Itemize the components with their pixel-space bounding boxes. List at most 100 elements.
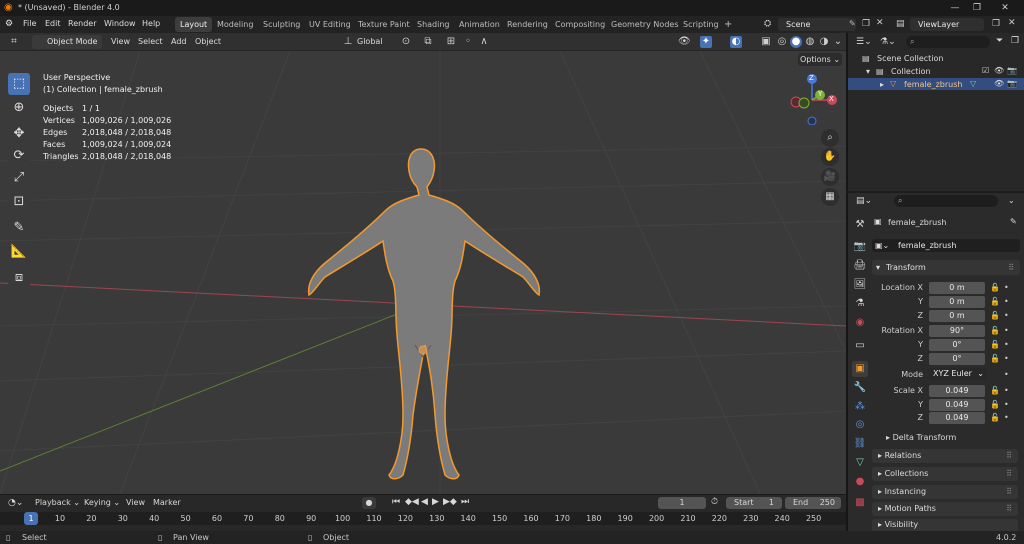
rotation-x-lock-icon[interactable]: 🔓: [990, 326, 1000, 335]
options-dropdown[interactable]: Options ⌄: [798, 53, 842, 66]
annotate-tool[interactable]: ✎: [8, 217, 30, 239]
pivot-icon[interactable]: ⊙: [400, 36, 412, 48]
menu-playback[interactable]: Playback ⌄: [35, 498, 80, 507]
rotation-mode-dropdown[interactable]: XYZ Euler ⌄: [929, 368, 987, 380]
rotation-y-lock-icon[interactable]: 🔓: [990, 340, 1000, 349]
current-frame-field[interactable]: 1: [658, 497, 706, 509]
location-y-keyframe-icon[interactable]: •: [1004, 297, 1009, 306]
rotate-tool[interactable]: ⟳: [8, 145, 30, 167]
rotation-y-keyframe-icon[interactable]: •: [1004, 340, 1009, 349]
shading-options-icon[interactable]: ⌄: [832, 36, 844, 48]
solid-shading-icon[interactable]: ●: [790, 36, 802, 48]
rotation-mode-keyframe-icon[interactable]: •: [1004, 370, 1009, 379]
add-workspace-button[interactable]: +: [719, 17, 737, 32]
female-mesh[interactable]: [303, 145, 543, 485]
object-name-field[interactable]: ▣⌄ female_zbrush: [872, 239, 1020, 252]
scale-tool[interactable]: ⤢: [8, 167, 30, 189]
rotation-z-field[interactable]: 0°: [929, 353, 985, 365]
menu-file[interactable]: File: [23, 19, 36, 28]
location-x-lock-icon[interactable]: 🔓: [990, 283, 1000, 292]
location-z-lock-icon[interactable]: 🔓: [990, 311, 1000, 320]
object-label[interactable]: female_zbrush: [904, 80, 962, 89]
instancing-drag-icon[interactable]: ⠿: [1006, 485, 1012, 499]
visibility-icon[interactable]: 👁: [678, 36, 691, 48]
object-visibility-icon[interactable]: 👁: [994, 79, 1004, 88]
scene-collection-label[interactable]: Scene Collection: [877, 54, 944, 63]
tab-texture-paint[interactable]: Texture Paint: [353, 17, 415, 32]
scale-z-keyframe-icon[interactable]: •: [1004, 413, 1009, 422]
outliner-editor-icon[interactable]: ☰⌄: [856, 37, 872, 47]
world-tab-icon[interactable]: ◉: [852, 315, 868, 331]
move-tool[interactable]: ✥: [8, 123, 30, 145]
gizmo-toggle-icon[interactable]: ✦: [700, 36, 712, 48]
properties-options-icon[interactable]: ⌄: [1008, 196, 1015, 205]
menu-add[interactable]: Add: [171, 37, 187, 46]
scene-field[interactable]: Scene: [778, 18, 856, 31]
measure-tool[interactable]: 📐: [8, 241, 30, 263]
collection-label[interactable]: Collection: [891, 67, 931, 76]
tab-compositing[interactable]: Compositing: [550, 17, 610, 32]
material-tab-icon[interactable]: ●: [852, 474, 868, 490]
scale-z-field[interactable]: 0.049: [929, 412, 985, 424]
menu-view[interactable]: View: [111, 37, 130, 46]
xray-icon[interactable]: ▣: [760, 36, 772, 48]
tab-layout[interactable]: Layout: [175, 17, 213, 32]
outliner-filter-funnel-icon[interactable]: ⏷: [996, 36, 1003, 46]
end-frame-field[interactable]: End 250: [785, 497, 841, 509]
pan-hand-icon[interactable]: ✋: [821, 148, 839, 166]
tab-geometry-nodes[interactable]: Geometry Nodes: [606, 17, 683, 32]
tab-rendering[interactable]: Rendering: [502, 17, 553, 32]
editor-type-icon[interactable]: ⌗: [8, 36, 20, 48]
select-box-tool[interactable]: ⬚: [8, 73, 30, 95]
data-tab-icon[interactable]: ▽: [852, 455, 868, 471]
maximize-button[interactable]: ❐: [966, 2, 988, 14]
scale-x-lock-icon[interactable]: 🔓: [990, 386, 1000, 395]
scale-y-keyframe-icon[interactable]: •: [1004, 400, 1009, 409]
menu-marker[interactable]: Marker: [153, 498, 181, 507]
transform-tool[interactable]: ⊡: [8, 191, 30, 213]
tab-uv-editing[interactable]: UV Editing: [304, 17, 356, 32]
new-view-layer-icon[interactable]: ❐: [992, 19, 1000, 29]
collections-panel-header[interactable]: ▸ Collections ⠿: [872, 467, 1018, 481]
menu-help[interactable]: Help: [142, 19, 160, 28]
rotation-z-keyframe-icon[interactable]: •: [1004, 354, 1009, 363]
menu-select[interactable]: Select: [138, 37, 163, 46]
object-expand-icon[interactable]: ▸: [880, 80, 884, 89]
start-frame-field[interactable]: Start 1: [726, 497, 782, 509]
transform-panel-header[interactable]: ▾ Transform ⠿: [872, 260, 1020, 275]
visibility-panel-header[interactable]: ▸ Visibility: [872, 519, 1018, 531]
perspective-toggle-icon[interactable]: ▦: [821, 188, 839, 206]
collection-render-icon[interactable]: 📷: [1007, 66, 1017, 75]
wireframe-shading-icon[interactable]: ◎: [776, 36, 788, 48]
relations-panel-header[interactable]: ▸ Relations ⠿: [872, 449, 1018, 463]
motion-paths-panel-header[interactable]: ▸ Motion Paths ⠿: [872, 502, 1018, 516]
scale-y-field[interactable]: 0.049: [929, 399, 985, 411]
stopwatch-icon[interactable]: ⏱: [711, 497, 718, 507]
scene-icon[interactable]: ⛭: [764, 19, 771, 29]
tab-animation[interactable]: Animation: [454, 17, 505, 32]
blender-menu-icon[interactable]: ⚙: [5, 19, 13, 29]
collection-tab-icon[interactable]: ▭: [852, 338, 868, 354]
properties-editor-icon[interactable]: ▤⌄: [856, 196, 872, 206]
rotation-x-keyframe-icon[interactable]: •: [1004, 326, 1009, 335]
jump-start-icon[interactable]: ⏮: [392, 497, 400, 507]
material-shading-icon[interactable]: ◍: [804, 36, 816, 48]
delta-transform-subpanel[interactable]: ▸ Delta Transform: [886, 433, 956, 442]
menu-object[interactable]: Object: [195, 37, 221, 46]
collection-expand-icon[interactable]: ▾: [866, 67, 870, 76]
particles-tab-icon[interactable]: ⁂: [852, 399, 868, 415]
physics-tab-icon[interactable]: ◎: [852, 417, 868, 433]
play-icon[interactable]: ▶: [432, 497, 439, 507]
pin-icon[interactable]: ✎: [849, 19, 856, 28]
properties-search-input[interactable]: ⌕: [894, 195, 998, 207]
object-tab-icon[interactable]: ▣: [852, 361, 868, 377]
location-x-keyframe-icon[interactable]: •: [1004, 283, 1009, 292]
scale-x-field[interactable]: 0.049: [929, 385, 985, 397]
location-y-field[interactable]: 0 m: [929, 296, 985, 308]
overlay-toggle-icon[interactable]: ◐: [730, 36, 742, 48]
jump-end-icon[interactable]: ⏭: [461, 497, 469, 507]
location-z-keyframe-icon[interactable]: •: [1004, 311, 1009, 320]
prev-keyframe-icon[interactable]: ◆◀: [405, 497, 419, 507]
tab-scripting[interactable]: Scripting: [678, 17, 724, 32]
new-scene-icon[interactable]: ❐: [862, 19, 870, 29]
